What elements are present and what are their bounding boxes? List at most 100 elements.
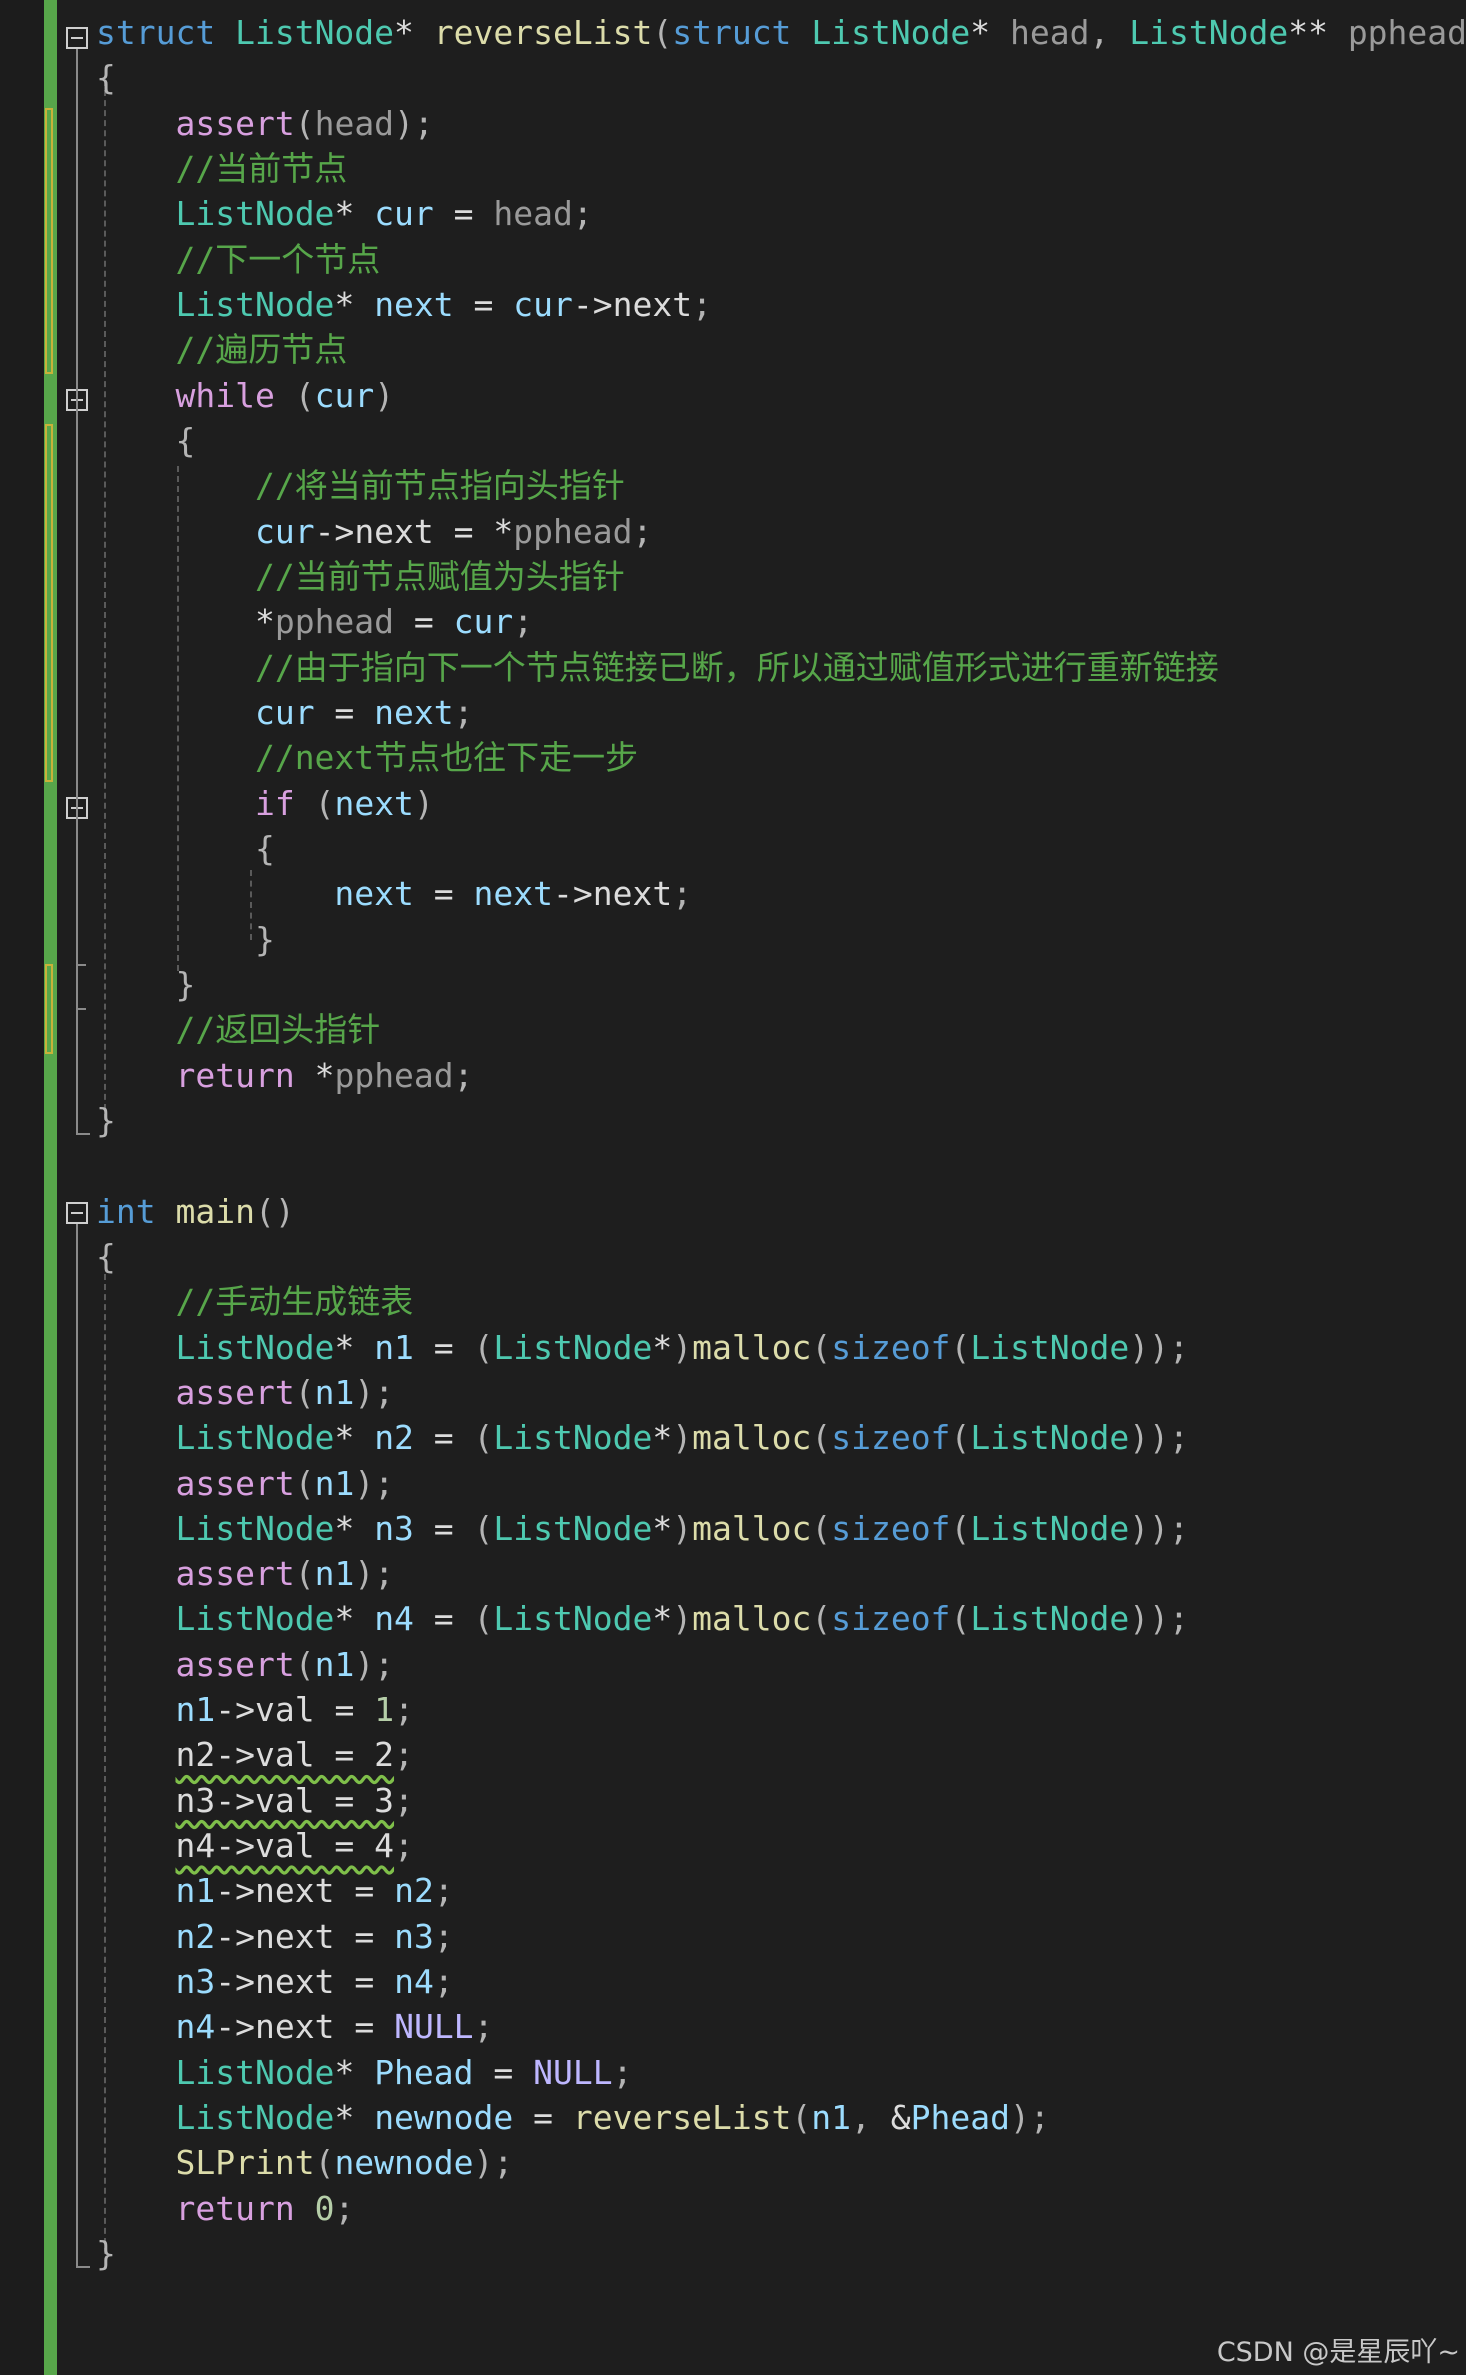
code-line[interactable]: { xyxy=(96,826,1466,871)
code-line[interactable]: ListNode* cur = head; xyxy=(96,191,1466,236)
punctuation-token: } xyxy=(96,1100,116,1140)
code-line[interactable]: return *pphead; xyxy=(96,1053,1466,1098)
code-editor[interactable]: struct ListNode* reverseList(struct List… xyxy=(96,10,1466,2276)
plain-token: -> xyxy=(215,2007,255,2047)
variable-token: cur xyxy=(453,602,514,642)
keyword-token: sizeof xyxy=(831,1327,951,1367)
code-line[interactable]: cur->next = *pphead; xyxy=(96,509,1466,554)
code-line[interactable]: { xyxy=(96,1234,1466,1279)
code-line[interactable]: next = next->next; xyxy=(96,871,1466,916)
code-line[interactable]: //手动生成链表 xyxy=(96,1279,1466,1324)
code-line[interactable]: n4->next = NULL; xyxy=(96,2004,1466,2049)
code-line[interactable]: assert(n1); xyxy=(96,1551,1466,1596)
code-line[interactable]: while (cur) xyxy=(96,373,1466,418)
code-line[interactable] xyxy=(96,1143,1466,1188)
code-line[interactable]: } xyxy=(96,2231,1466,2276)
code-line[interactable]: ListNode* Phead = NULL; xyxy=(96,2050,1466,2095)
fold-collapse-icon[interactable] xyxy=(66,27,88,49)
type-token: ListNode xyxy=(493,1508,653,1548)
code-line[interactable]: //由于指向下一个节点链接已断，所以通过赋值形式进行重新链接 xyxy=(96,645,1466,690)
punctuation-token: ; xyxy=(453,692,474,732)
code-line[interactable]: assert(head); xyxy=(96,101,1466,146)
type-token: ListNode xyxy=(175,284,335,324)
code-line[interactable]: //遍历节点 xyxy=(96,327,1466,372)
code-line[interactable]: int main() xyxy=(96,1189,1466,1234)
control-token: assert xyxy=(175,103,295,143)
punctuation-token: ( xyxy=(811,1599,832,1639)
code-line[interactable]: } xyxy=(96,1098,1466,1143)
variable-token: Phead xyxy=(374,2052,474,2092)
code-line[interactable]: ListNode* next = cur->next; xyxy=(96,282,1466,327)
punctuation-token: ( xyxy=(294,1463,315,1503)
plain-token: = xyxy=(394,602,454,642)
code-line[interactable]: } xyxy=(96,917,1466,962)
code-line[interactable]: //next节点也往下走一步 xyxy=(96,735,1466,780)
code-line[interactable]: //当前节点 xyxy=(96,146,1466,191)
comment-token: //遍历节点 xyxy=(175,330,348,370)
function-token: malloc xyxy=(692,1327,812,1367)
code-line[interactable]: n1->next = n2; xyxy=(96,1868,1466,1913)
code-line[interactable]: ListNode* newnode = reverseList(n1, &Phe… xyxy=(96,2095,1466,2140)
code-line[interactable]: n3->val = 3; xyxy=(96,1778,1466,1823)
code-line[interactable]: assert(n1); xyxy=(96,1642,1466,1687)
punctuation-token: )); xyxy=(1129,1508,1189,1548)
code-line[interactable]: n1->val = 1; xyxy=(96,1687,1466,1732)
punctuation-token: ) xyxy=(672,1327,693,1367)
plain-token: * xyxy=(334,2052,375,2092)
code-line[interactable]: ListNode* n4 = (ListNode*)malloc(sizeof(… xyxy=(96,1596,1466,1641)
code-line[interactable]: } xyxy=(96,962,1466,1007)
plain-token: * xyxy=(334,2098,375,2138)
code-line[interactable]: return 0; xyxy=(96,2186,1466,2231)
code-line[interactable]: { xyxy=(96,55,1466,100)
code-line[interactable]: //将当前节点指向头指针 xyxy=(96,463,1466,508)
code-line[interactable]: ListNode* n2 = (ListNode*)malloc(sizeof(… xyxy=(96,1415,1466,1460)
variable-token: n4 xyxy=(374,1599,414,1639)
code-line[interactable]: if (next) xyxy=(96,781,1466,826)
code-line[interactable]: n2->next = n3; xyxy=(96,1914,1466,1959)
variable-token: n3 xyxy=(394,1916,434,1956)
punctuation-token: ; xyxy=(473,2007,494,2047)
parameter-token: head xyxy=(314,103,395,143)
code-line[interactable]: n4->val = 4; xyxy=(96,1823,1466,1868)
punctuation-token: } xyxy=(96,2234,116,2274)
code-line[interactable]: ListNode* n1 = (ListNode*)malloc(sizeof(… xyxy=(96,1325,1466,1370)
variable-token: cur xyxy=(374,194,434,234)
code-line[interactable]: cur = next; xyxy=(96,690,1466,735)
code-line[interactable]: assert(n1); xyxy=(96,1370,1466,1415)
plain-token: -> xyxy=(215,1690,255,1730)
plain-token: * xyxy=(394,13,434,52)
variable-token: next xyxy=(334,783,414,823)
punctuation-token: ( xyxy=(950,1327,971,1367)
comment-token: //手动生成链表 xyxy=(175,1282,414,1322)
code-line[interactable]: { xyxy=(96,418,1466,463)
code-line[interactable]: n3->next = n4; xyxy=(96,1959,1466,2004)
plain-token: = xyxy=(314,1690,375,1730)
punctuation-token: ( xyxy=(791,2098,812,2138)
variable-token: n1 xyxy=(314,1372,355,1412)
code-line[interactable]: //下一个节点 xyxy=(96,237,1466,282)
code-line[interactable]: n2->val = 2; xyxy=(96,1732,1466,1777)
code-line[interactable]: *pphead = cur; xyxy=(96,599,1466,644)
code-line[interactable]: SLPrint(newnode); xyxy=(96,2140,1466,2185)
punctuation-token: ( xyxy=(294,103,315,143)
code-line[interactable]: ListNode* n3 = (ListNode*)malloc(sizeof(… xyxy=(96,1506,1466,1551)
plain-token: * xyxy=(334,1327,375,1367)
code-line[interactable]: //当前节点赋值为头指针 xyxy=(96,554,1466,599)
punctuation-token: ); xyxy=(394,103,434,143)
code-line[interactable]: //返回头指针 xyxy=(96,1007,1466,1052)
code-line[interactable]: assert(n1); xyxy=(96,1461,1466,1506)
fold-collapse-icon[interactable] xyxy=(66,1202,88,1224)
plain-token: * xyxy=(652,1599,673,1639)
code-line[interactable]: struct ListNode* reverseList(struct List… xyxy=(96,10,1466,55)
punctuation-token: , xyxy=(851,2098,891,2138)
